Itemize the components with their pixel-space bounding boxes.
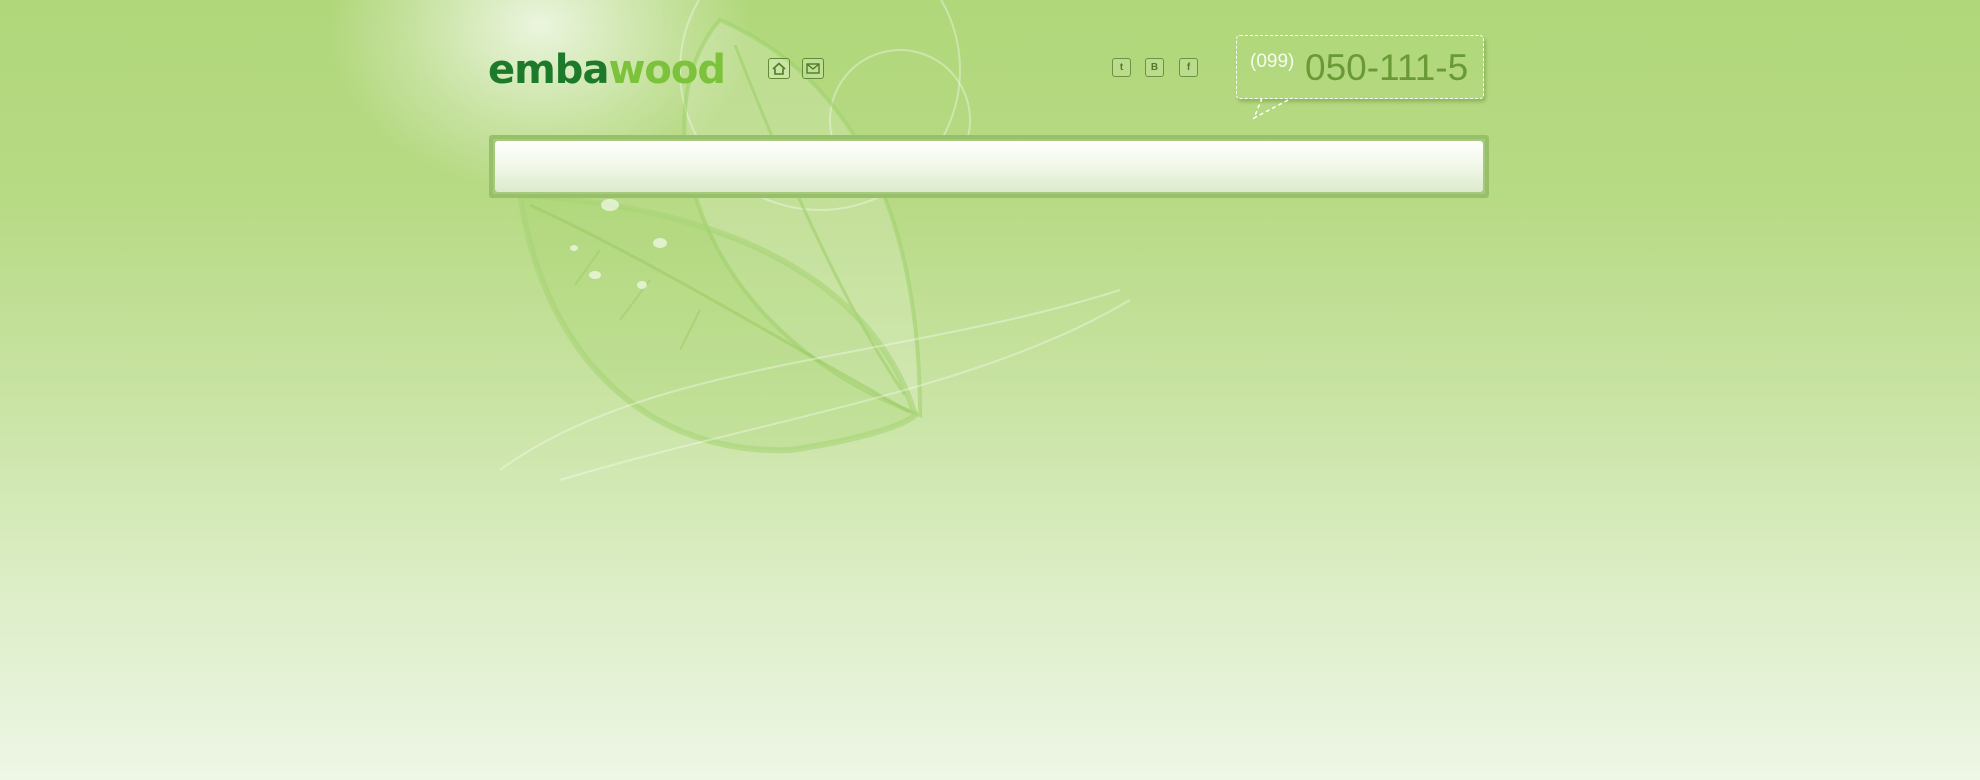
home-button[interactable] [768,58,790,79]
facebook-icon: f [1186,62,1191,73]
site-logo[interactable]: embawood [488,46,726,94]
search-input[interactable] [495,141,1483,192]
vkontakte-icon: B [1150,62,1159,73]
facebook-link[interactable]: f [1179,58,1198,77]
home-icon [772,62,786,75]
leaf-background-art [499,0,1131,481]
twitter-icon: t [1119,62,1124,73]
mail-icon [806,63,820,74]
logo-text-part1: emba [488,47,609,93]
vkontakte-link[interactable]: B [1145,58,1164,77]
phone-callout-tail [1252,97,1293,120]
logo-text-part2: wood [608,47,726,93]
twitter-link[interactable]: t [1112,58,1131,77]
mail-button[interactable] [802,58,824,79]
phone-area-code: (099) [1250,51,1295,72]
phone-number[interactable]: 050-111-5 [1305,47,1468,89]
search-bar [489,135,1489,198]
